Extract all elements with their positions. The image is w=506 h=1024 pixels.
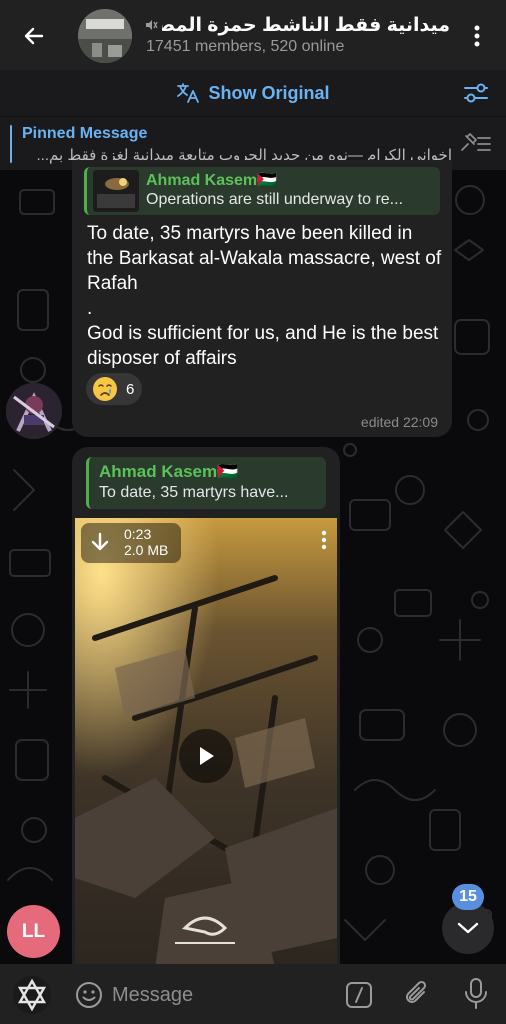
message-paragraph: .	[87, 298, 93, 319]
emoji-button[interactable]	[74, 980, 104, 1010]
video-options-button[interactable]	[314, 526, 334, 554]
translate-settings-button[interactable]	[462, 80, 490, 106]
unread-count-badge: 15	[452, 884, 484, 910]
video-size: 2.0 MB	[124, 542, 169, 558]
chevron-down-icon	[457, 922, 479, 934]
message-input[interactable]	[112, 977, 332, 1013]
pinned-title: Pinned Message	[22, 125, 148, 142]
star-of-david-icon	[13, 976, 51, 1014]
mute-icon	[146, 20, 158, 30]
microphone-icon	[465, 978, 487, 1009]
message-status: edited 22:09	[360, 414, 438, 430]
download-button[interactable]	[89, 531, 111, 555]
channel-member-count: 17451 members, 520 online	[146, 38, 345, 55]
channel-avatar[interactable]	[78, 9, 132, 63]
play-button[interactable]	[179, 729, 233, 783]
message-paragraph: God is sufficient for us, and He is the …	[87, 323, 444, 369]
user-avatar-ll[interactable]: LL	[7, 905, 60, 958]
crying-face-icon	[93, 377, 117, 401]
channel-title[interactable]: ميدانية فقط الناشط حمزة المصري	[144, 12, 450, 38]
arrow-left-icon	[24, 27, 44, 45]
attach-button[interactable]	[402, 978, 432, 1010]
message-paragraph: To date, 35 martyrs have been killed in …	[87, 223, 442, 294]
video-duration: 0:23	[124, 526, 152, 542]
microphone-button[interactable]	[462, 976, 490, 1012]
reaction-chip[interactable]: 6	[86, 373, 142, 405]
channel-title-text: ميدانية فقط الناشط حمزة المصري	[162, 14, 450, 36]
reply-thumbnail-image	[93, 170, 139, 212]
reply-text: To date, 35 martyrs have...	[99, 484, 289, 501]
paperclip-icon	[406, 980, 427, 1003]
sender-avatar-image	[6, 383, 62, 439]
send-as-avatar[interactable]	[12, 975, 52, 1015]
show-original-label: Show Original	[208, 82, 330, 103]
reply-thumbnail	[93, 170, 139, 212]
reaction-count: 6	[126, 380, 135, 398]
pinned-indicator	[10, 125, 12, 163]
slash-command-icon	[346, 982, 372, 1008]
reply-author: Ahmad Kasem🇵🇸	[146, 172, 278, 189]
message-text: To date, 35 martyrs have been killed in …	[87, 221, 442, 371]
pin-list-icon	[461, 133, 491, 151]
more-vertical-icon	[474, 25, 480, 47]
translate-bar: Show Original	[0, 70, 506, 116]
back-button[interactable]	[14, 16, 54, 56]
play-icon	[200, 747, 214, 765]
bot-commands-button[interactable]	[345, 980, 373, 1010]
sliders-icon	[464, 83, 488, 103]
reply-author: Ahmad Kasem🇵🇸	[99, 462, 239, 481]
pinned-list-button[interactable]	[458, 130, 492, 158]
show-original-button[interactable]: Show Original	[0, 70, 506, 116]
translate-icon	[177, 83, 200, 103]
reply-text: Operations are still underway to re...	[146, 191, 404, 208]
channel-avatar-image	[78, 9, 132, 63]
sender-avatar[interactable]	[6, 383, 62, 439]
download-arrow-icon	[91, 532, 109, 551]
more-vertical-icon	[321, 530, 327, 550]
more-options-button[interactable]	[462, 16, 492, 56]
chat-header: ميدانية فقط الناشط حمزة المصري 17451 mem…	[0, 0, 506, 70]
smiley-icon	[76, 982, 102, 1008]
